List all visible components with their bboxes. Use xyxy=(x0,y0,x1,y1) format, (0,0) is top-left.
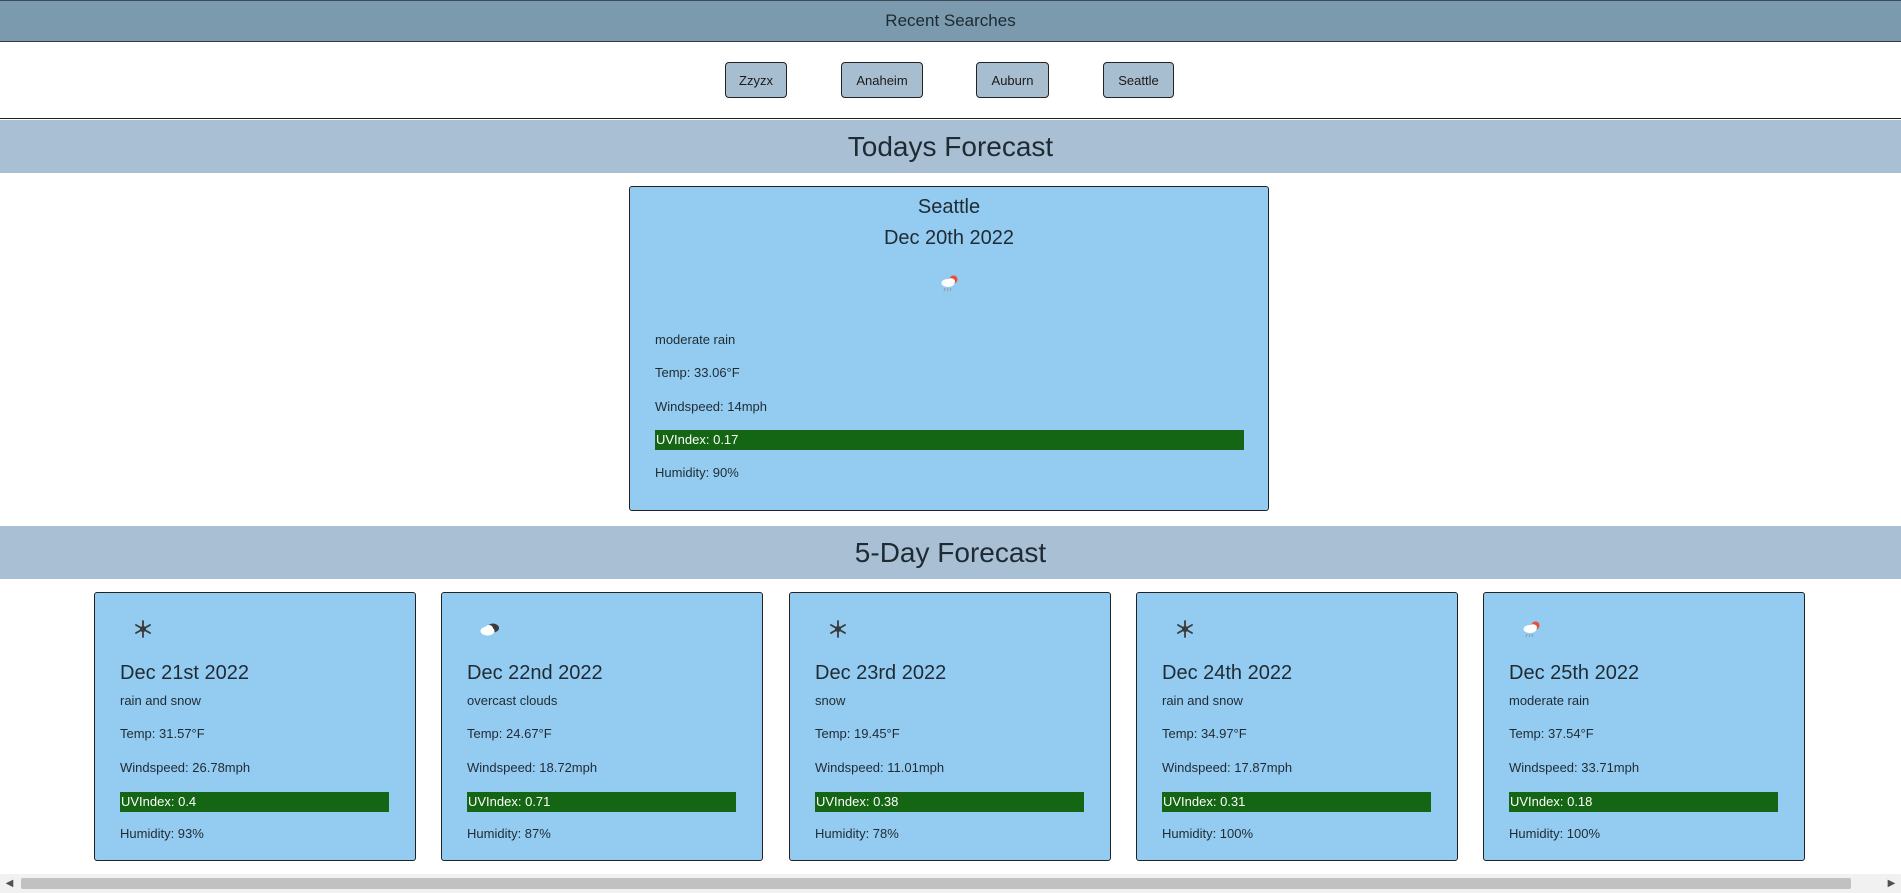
forecast-windspeed: Windspeed: 26.78mph xyxy=(120,760,251,775)
today-temp: Temp: 33.06°F xyxy=(655,365,740,380)
forecast-date: Dec 21st 2022 xyxy=(120,662,249,684)
forecast-temp: Temp: 19.45°F xyxy=(815,726,900,741)
forecast-card-day-5: Dec 25th 2022 moderate rain Temp: 37.54°… xyxy=(1483,592,1805,861)
rain-cloud-icon xyxy=(941,275,958,292)
todays-forecast-header: Todays Forecast xyxy=(0,120,1901,173)
rain-cloud-icon xyxy=(1523,621,1540,638)
forecast-uv-index: UVIndex: 0.31 xyxy=(1162,792,1431,812)
snowflake-icon xyxy=(1177,620,1193,638)
forecast-temp: Temp: 34.97°F xyxy=(1162,726,1247,741)
forecast-date: Dec 22nd 2022 xyxy=(467,662,603,684)
scrollbar-thumb[interactable] xyxy=(21,878,1851,889)
snowflake-icon xyxy=(135,620,151,638)
scroll-left-arrow-icon[interactable]: ◀ xyxy=(0,874,19,893)
recent-search-button-zzyzx[interactable]: Zzyzx xyxy=(725,62,787,98)
forecast-uv-index: UVIndex: 0.4 xyxy=(120,792,389,812)
today-humidity: Humidity: 90% xyxy=(655,465,739,480)
forecast-description: rain and snow xyxy=(120,693,201,708)
forecast-windspeed: Windspeed: 11.01mph xyxy=(815,760,945,775)
today-forecast-card: Seattle Dec 20th 2022 moderate rain Temp… xyxy=(629,186,1269,511)
horizontal-scrollbar[interactable]: ◀ ▶ xyxy=(0,874,1901,893)
forecast-description: rain and snow xyxy=(1162,693,1243,708)
forecast-description: overcast clouds xyxy=(467,693,558,708)
forecast-humidity: Humidity: 93% xyxy=(120,826,204,841)
forecast-card-day-2: Dec 22nd 2022 overcast clouds Temp: 24.6… xyxy=(441,592,763,861)
recent-search-button-auburn[interactable]: Auburn xyxy=(976,62,1049,98)
recent-search-button-seattle[interactable]: Seattle xyxy=(1103,62,1174,98)
recent-searches-header: Recent Searches xyxy=(0,0,1901,42)
forecast-uv-index: UVIndex: 0.18 xyxy=(1509,792,1778,812)
forecast-humidity: Humidity: 100% xyxy=(1162,826,1254,841)
overcast-clouds-icon xyxy=(480,623,499,636)
five-day-forecast-title: 5-Day Forecast xyxy=(854,536,1047,568)
today-city: Seattle xyxy=(917,196,981,218)
forecast-description: moderate rain xyxy=(1509,693,1590,708)
forecast-windspeed: Windspeed: 33.71mph xyxy=(1509,760,1640,775)
forecast-uv-index: UVIndex: 0.71 xyxy=(467,792,736,812)
five-day-forecast-header: 5-Day Forecast xyxy=(0,526,1901,579)
recent-searches-list: Zzyzx Anaheim Auburn Seattle xyxy=(0,42,1901,119)
snowflake-icon xyxy=(830,620,846,638)
forecast-card-day-1: Dec 21st 2022 rain and snow Temp: 31.57°… xyxy=(94,592,416,861)
forecast-windspeed: Windspeed: 18.72mph xyxy=(467,760,598,775)
forecast-date: Dec 25th 2022 xyxy=(1509,662,1640,684)
forecast-windspeed: Windspeed: 17.87mph xyxy=(1162,760,1293,775)
today-date: Dec 20th 2022 xyxy=(883,227,1015,249)
forecast-temp: Temp: 31.57°F xyxy=(120,726,205,741)
forecast-temp: Temp: 24.67°F xyxy=(467,726,552,741)
forecast-temp: Temp: 37.54°F xyxy=(1509,726,1594,741)
forecast-card-day-4: Dec 24th 2022 rain and snow Temp: 34.97°… xyxy=(1136,592,1458,861)
forecast-card-day-3: Dec 23rd 2022 snow Temp: 19.45°F Windspe… xyxy=(789,592,1111,861)
recent-searches-title: Recent Searches xyxy=(885,11,1016,30)
scroll-right-arrow-icon[interactable]: ▶ xyxy=(1882,874,1901,893)
forecast-description: snow xyxy=(815,693,846,708)
today-windspeed: Windspeed: 14mph xyxy=(655,399,768,414)
recent-search-button-anaheim[interactable]: Anaheim xyxy=(841,62,923,98)
forecast-humidity: Humidity: 100% xyxy=(1509,826,1601,841)
today-description: moderate rain xyxy=(655,332,736,347)
forecast-humidity: Humidity: 87% xyxy=(467,826,551,841)
forecast-date: Dec 23rd 2022 xyxy=(815,662,947,684)
forecast-date: Dec 24th 2022 xyxy=(1162,662,1293,684)
forecast-humidity: Humidity: 78% xyxy=(815,826,899,841)
today-uv-index: UVIndex: 0.17 xyxy=(655,430,1244,450)
todays-forecast-title: Todays Forecast xyxy=(847,130,1054,162)
forecast-uv-index: UVIndex: 0.38 xyxy=(815,792,1084,812)
